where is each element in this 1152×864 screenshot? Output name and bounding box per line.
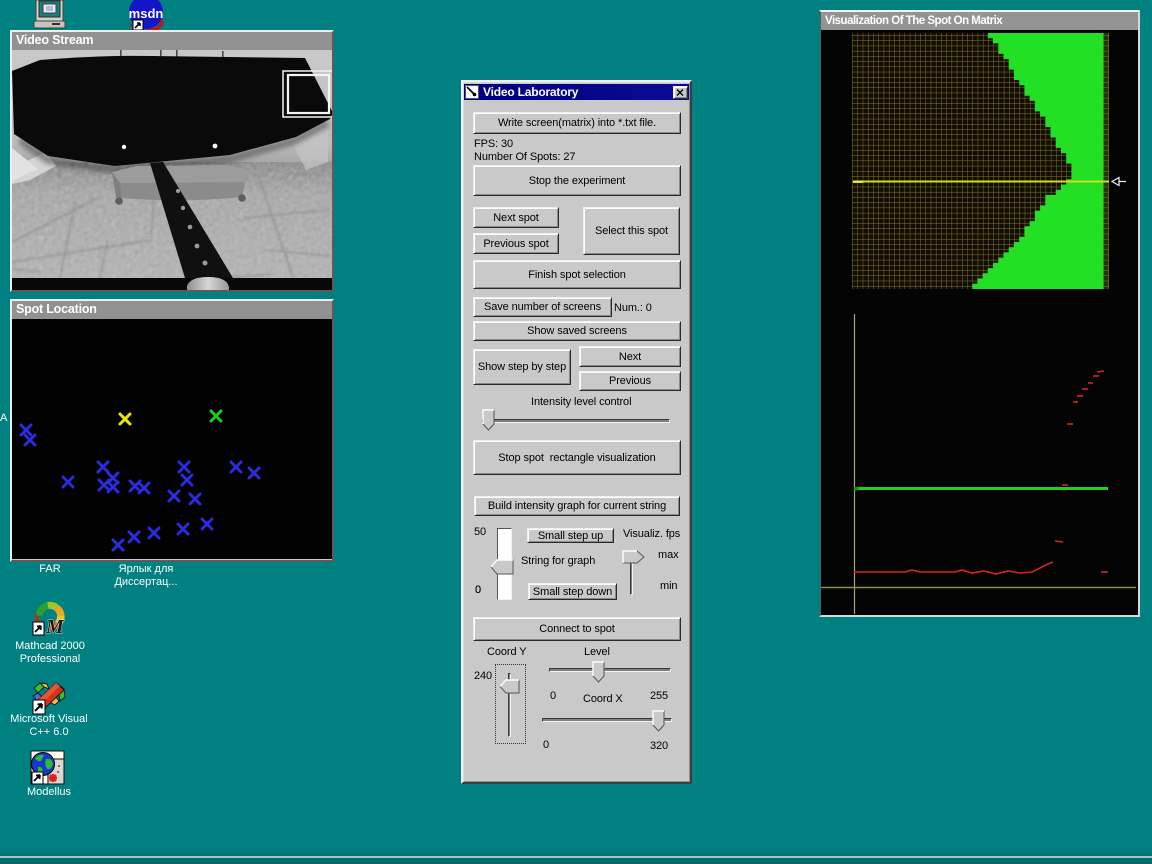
svg-text:M: M <box>45 616 65 638</box>
svg-text:msdn: msdn <box>129 6 164 21</box>
